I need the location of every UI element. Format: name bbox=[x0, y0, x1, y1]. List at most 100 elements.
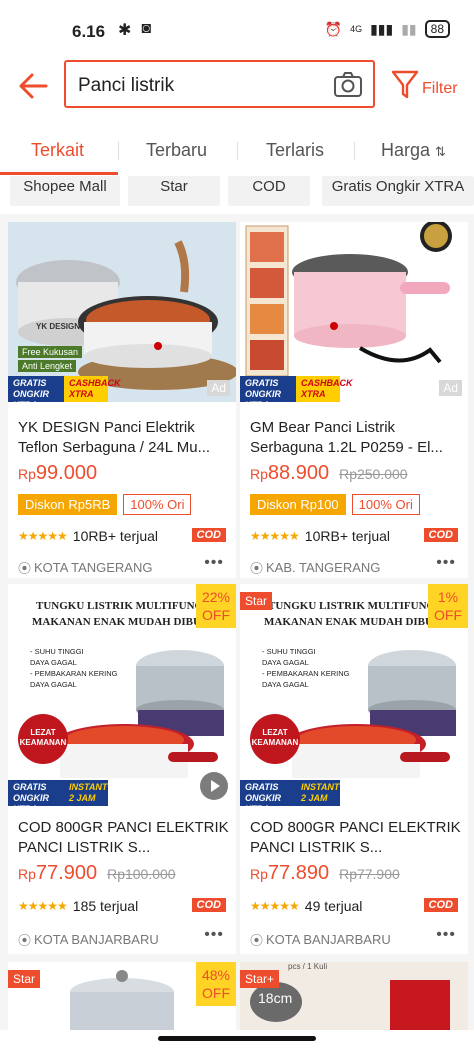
tab-harga-label: Harga bbox=[381, 140, 431, 160]
star-rating-icon: ★★★★★ bbox=[250, 899, 300, 913]
price-row: Rp77.890 Rp77.900 bbox=[250, 862, 400, 888]
product-card[interactable]: YK DESIGN Free Kukusan Anti Lengket GRAT… bbox=[8, 222, 236, 578]
shipping-promo-strip: GRATIS ONGKIR XTRA INSTANT 2 JAM bbox=[240, 780, 340, 806]
feature-item: - PEMBAKARAN KERING bbox=[262, 669, 350, 678]
anti-lengket-label: Anti Lengket bbox=[18, 360, 77, 372]
more-options-button[interactable]: ••• bbox=[204, 554, 224, 572]
sold-count: 10RB+ terjual bbox=[304, 528, 391, 544]
chip-shopee-mall[interactable]: Shopee Mall bbox=[10, 176, 120, 206]
discount-percent: 1% bbox=[437, 589, 459, 605]
tab-divider bbox=[118, 142, 119, 160]
more-options-button[interactable]: ••• bbox=[204, 926, 224, 944]
search-input[interactable]: Panci listrik bbox=[64, 60, 375, 108]
sort-updown-icon: ⇅ bbox=[435, 144, 446, 159]
product-image: GRATIS ONGKIR XTRA CASHBACK XTRA Ad bbox=[240, 222, 468, 402]
star-rating-icon: ★★★★★ bbox=[18, 899, 68, 913]
poster-feature-list: - SUHU TINGGI DAYA GAGAL - PEMBAKARAN KE… bbox=[262, 646, 350, 690]
status-right-icons: ⏰ 4G ▮▮▮ ▮▮ 88 bbox=[325, 20, 450, 38]
app-root: 6.16 ✱ ◙ ⏰ 4G ▮▮▮ ▮▮ 88 Panci listrik Fi… bbox=[0, 0, 474, 1053]
location-row: ⦿ KOTA TANGERANG bbox=[18, 558, 152, 577]
feature-item: - SUHU TINGGI bbox=[262, 647, 316, 656]
price-currency: Rp bbox=[18, 466, 36, 482]
filter-button[interactable]: Filter bbox=[390, 68, 470, 104]
cod-badge: COD bbox=[191, 528, 226, 542]
rating-row: ★★★★★ 185 terjual bbox=[18, 898, 138, 914]
poster-subtitle: MAKANAN ENAK MUDAH DIBU bbox=[32, 616, 201, 628]
sold-count: 185 terjual bbox=[72, 898, 139, 914]
gratis-ongkir-xtra-label: GRATIS ONGKIR XTRA bbox=[8, 780, 64, 806]
system-nav-area bbox=[0, 1030, 474, 1053]
back-button[interactable] bbox=[16, 68, 52, 104]
product-card[interactable]: TUNGKU LISTRIK MULTIFUNG MAKANAN ENAK MU… bbox=[240, 584, 468, 954]
feature-item: - SUHU TINGGI bbox=[30, 647, 84, 656]
cooker-illustration bbox=[8, 222, 236, 402]
battery-indicator: 88 bbox=[424, 20, 450, 38]
location-pin-icon: ⦿ bbox=[18, 933, 32, 948]
product-card[interactable]: TUNGKU LISTRIK MULTIFUNG MAKANAN ENAK MU… bbox=[8, 584, 236, 954]
pink-cooker-illustration bbox=[240, 222, 468, 402]
feature-item: DAYA GAGAL bbox=[30, 658, 77, 667]
discount-off-label: OFF bbox=[202, 985, 230, 1001]
cod-badge: COD bbox=[423, 528, 458, 542]
product-image: TUNGKU LISTRIK MULTIFUNG MAKANAN ENAK MU… bbox=[8, 584, 236, 806]
sort-tabs: Terkait Terbaru Terlaris Harga ⇅ bbox=[0, 122, 474, 176]
chip-cod[interactable]: COD bbox=[228, 176, 310, 206]
sold-count: 10RB+ terjual bbox=[72, 528, 159, 544]
feature-item: DAYA GAGAL bbox=[262, 658, 309, 667]
filter-chips: Shopee Mall Star COD Gratis Ongkir XTRA bbox=[0, 176, 474, 214]
instagram-icon: ◙ bbox=[141, 20, 152, 37]
back-arrow-icon bbox=[19, 73, 48, 99]
product-card[interactable]: GRATIS ONGKIR XTRA CASHBACK XTRA Ad GM B… bbox=[240, 222, 468, 578]
free-kukusan-label: Free Kukusan bbox=[18, 346, 83, 358]
gratis-ongkir-xtra-label: GRATIS ONGKIR XTRA bbox=[240, 780, 296, 806]
location-pin-icon: ⦿ bbox=[18, 561, 32, 576]
more-options-button[interactable]: ••• bbox=[436, 554, 456, 572]
star-rating-icon: ★★★★★ bbox=[18, 529, 68, 543]
discount-off-label: OFF bbox=[202, 607, 230, 623]
location-text: KAB. TANGERANG bbox=[266, 560, 381, 575]
feature-item: DAYA GAGAL bbox=[262, 680, 309, 689]
status-time: 6.16 bbox=[72, 22, 106, 41]
cod-badge: COD bbox=[423, 898, 458, 912]
discount-badge: Diskon Rp5RB bbox=[18, 494, 118, 515]
location-row: ⦿ KAB. TANGERANG bbox=[250, 558, 380, 577]
chip-gratis-ongkir-xtra[interactable]: Gratis Ongkir XTRA bbox=[322, 176, 474, 206]
price-value: 77.890 bbox=[267, 862, 330, 884]
home-indicator[interactable] bbox=[158, 1036, 316, 1041]
feature-item: - PEMBAKARAN KERING bbox=[30, 669, 118, 678]
tab-terbaru[interactable]: Terbaru bbox=[146, 140, 207, 161]
sold-count: 49 terjual bbox=[304, 898, 363, 914]
location-pin-icon: ⦿ bbox=[250, 561, 264, 576]
chip-star[interactable]: Star bbox=[128, 176, 220, 206]
rating-row: ★★★★★ 10RB+ terjual bbox=[250, 528, 390, 544]
product-image: TUNGKU LISTRIK MULTIFUNG MAKANAN ENAK MU… bbox=[240, 584, 468, 806]
tab-terlaris[interactable]: Terlaris bbox=[266, 140, 324, 161]
tab-harga[interactable]: Harga ⇅ bbox=[381, 140, 446, 161]
badges-row: Diskon Rp100 100% Ori bbox=[250, 494, 420, 515]
status-left-icons: ✱ ◙ bbox=[118, 20, 151, 40]
original-badge: 100% Ori bbox=[351, 494, 420, 515]
video-play-button[interactable] bbox=[200, 772, 228, 800]
more-options-button[interactable]: ••• bbox=[436, 926, 456, 944]
star-rating-icon: ★★★★★ bbox=[250, 529, 300, 543]
feature-item: DAYA GAGAL bbox=[30, 680, 77, 689]
location-row: ⦿ KOTA BANJARBARU bbox=[18, 930, 159, 949]
cashback-xtra-label: CASHBACK XTRA bbox=[296, 376, 353, 402]
rating-row: ★★★★★ 10RB+ terjual bbox=[18, 528, 158, 544]
lezat-badge: LEZAT KEAMANAN bbox=[250, 714, 300, 764]
network-label: 4G bbox=[350, 24, 363, 34]
instant-delivery-label: INSTANT 2 JAM bbox=[64, 780, 108, 806]
badges-row: Diskon Rp5RB 100% Ori bbox=[18, 494, 192, 515]
location-text: KOTA BANJARBARU bbox=[266, 932, 391, 947]
tab-terkait[interactable]: Terkait bbox=[31, 140, 84, 161]
poster-subtitle: MAKANAN ENAK MUDAH DIBU bbox=[264, 616, 433, 628]
rating-row: ★★★★★ 49 terjual bbox=[250, 898, 362, 914]
star-plus-seller-tag: Star+ bbox=[240, 970, 280, 988]
original-price: Rp77.900 bbox=[339, 866, 400, 882]
shipping-promo-strip: GRATIS ONGKIR XTRA CASHBACK XTRA bbox=[240, 376, 353, 402]
price-value: 88.900 bbox=[267, 462, 330, 484]
price-value: 77.900 bbox=[35, 862, 98, 884]
camera-search-button[interactable] bbox=[333, 71, 363, 99]
discount-tag: 48% OFF bbox=[196, 962, 236, 1006]
tab-divider bbox=[354, 142, 355, 160]
